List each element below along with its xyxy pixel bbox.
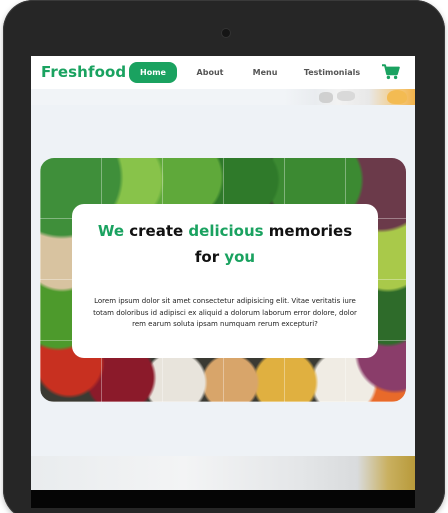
hero-title-word: We (97, 222, 124, 240)
screen: Freshfood Home About Menu Testimonials W… (31, 56, 415, 508)
shopping-cart-icon[interactable] (382, 64, 400, 80)
banner-decoration (319, 92, 333, 103)
hero-title-word: for (194, 248, 220, 266)
banner-decoration (387, 90, 407, 104)
hero-description: Lorem ipsum dolor sit amet consectetur a… (93, 297, 357, 328)
hero-card: We create delicious memories for you Lor… (72, 204, 378, 358)
dark-section (31, 490, 415, 508)
header-banner-image (31, 89, 415, 105)
nav-home-button[interactable]: Home (129, 62, 177, 83)
hero-title-word: you (224, 248, 256, 266)
navbar: Freshfood Home About Menu Testimonials (31, 56, 415, 89)
hero-title-word: memories (268, 222, 353, 240)
banner-decoration (337, 91, 355, 101)
hero-title: We create delicious memories for you (72, 218, 378, 270)
hero-title-word: delicious (188, 222, 264, 240)
hero-title-word: create (129, 222, 184, 240)
brand-logo[interactable]: Freshfood (41, 63, 126, 81)
section-image (31, 456, 415, 490)
nav-about-link[interactable]: About (191, 62, 229, 83)
camera-dot (222, 29, 230, 37)
nav-testimonials-link[interactable]: Testimonials (301, 62, 363, 83)
nav-menu-link[interactable]: Menu (249, 62, 281, 83)
hero-section: We create delicious memories for you Lor… (40, 158, 406, 402)
